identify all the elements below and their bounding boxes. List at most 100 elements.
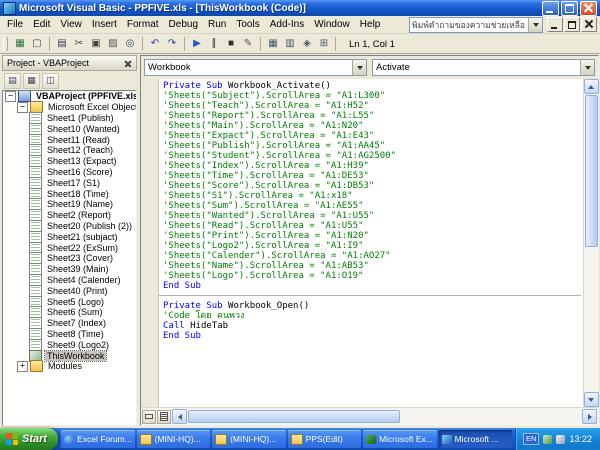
procedure-view-button[interactable]	[142, 410, 156, 424]
task-mini-hq[interactable]: (MINI-HQ)...	[137, 430, 211, 448]
task-microsoft[interactable]: Microsoft ...	[439, 430, 513, 448]
help-dropdown-button[interactable]	[528, 18, 542, 32]
minimize-button[interactable]	[542, 1, 559, 16]
menu-tools[interactable]: Tools	[231, 17, 264, 32]
scroll-up-button[interactable]	[584, 79, 599, 94]
design-mode-icon[interactable]: ✎	[240, 36, 256, 52]
task-pps-edit[interactable]: PPS(Edit)	[288, 430, 362, 448]
tree-item-vbaproject-ppfive-xls[interactable]: −VBAProject (PPFIVE.xls)	[3, 91, 136, 102]
object-dropdown-button[interactable]	[352, 60, 366, 75]
tray-icon[interactable]	[556, 435, 565, 444]
mdi-close-button[interactable]	[581, 17, 597, 32]
toolbox-icon[interactable]: ⊞	[316, 36, 332, 52]
tree-item-sheet7-index[interactable]: Sheet7 (Index)	[3, 318, 136, 329]
tree-item-sheet17-s1[interactable]: Sheet17 (S1)	[3, 177, 136, 188]
copy-icon[interactable]: ▣	[88, 36, 104, 52]
cut-icon[interactable]: ✂	[71, 36, 87, 52]
menu-help[interactable]: Help	[355, 17, 386, 32]
find-icon[interactable]: ◎	[122, 36, 138, 52]
save-icon[interactable]: ▤	[54, 36, 70, 52]
project-panel-close-button[interactable]	[122, 58, 134, 69]
help-question-box[interactable]: พิมพ์คำถามของความช่วยเหลือ	[409, 17, 543, 33]
mdi-restore-button[interactable]	[564, 17, 580, 32]
scroll-right-button[interactable]	[582, 409, 597, 424]
folder-icon	[215, 434, 227, 445]
tree-item-sheet22-exsum[interactable]: Sheet22 (ExSum)	[3, 242, 136, 253]
procedure-dropdown[interactable]: Activate	[372, 59, 595, 76]
task-excel-forum[interactable]: Excel Forum...	[61, 430, 135, 448]
view-microsoft-excel-icon[interactable]: ▦	[12, 36, 28, 52]
view-object-icon[interactable]: ▦	[23, 73, 40, 89]
tree-item-sheet6-sum[interactable]: Sheet6 (Sum)	[3, 307, 136, 318]
horizontal-scroll-thumb[interactable]	[188, 410, 400, 423]
menu-file[interactable]: File	[2, 17, 28, 32]
window-controls	[542, 1, 597, 16]
tree-item-sheet16-score[interactable]: Sheet16 (Score)	[3, 167, 136, 178]
reset-icon[interactable]: ■	[223, 36, 239, 52]
scroll-left-button[interactable]	[172, 409, 187, 424]
menu-edit[interactable]: Edit	[28, 17, 55, 32]
code-margin	[141, 79, 159, 407]
object-dropdown[interactable]: Workbook	[144, 59, 367, 76]
tree-item-sheet12-teach[interactable]: Sheet12 (Teach)	[3, 145, 136, 156]
taskbar-clock: 13:22	[569, 434, 592, 444]
code-line: 'Sheets("Sum").ScrollArea = "A1:AE55"	[163, 201, 581, 211]
tree-item-label: Sheet21 (subjact)	[45, 232, 120, 242]
menu-window[interactable]: Window	[309, 17, 355, 32]
task-mini-hq[interactable]: (MINI-HQ)...	[212, 430, 286, 448]
tray-icon[interactable]	[543, 435, 552, 444]
close-button[interactable]	[580, 1, 597, 16]
start-button[interactable]: Start	[0, 428, 58, 450]
insert-userform-icon[interactable]: ▢	[29, 36, 45, 52]
language-indicator[interactable]: EN	[523, 433, 539, 445]
tree-item-sheet1-publish[interactable]: Sheet1 (Publish)	[3, 113, 136, 124]
redo-icon[interactable]: ↷	[164, 36, 180, 52]
code-vertical-scrollbar[interactable]	[583, 79, 598, 407]
tree-item-sheet9-logo2[interactable]: Sheet9 (Logo2)	[3, 339, 136, 350]
paste-icon[interactable]: ▨	[105, 36, 121, 52]
tree-item-sheet21-subjact[interactable]: Sheet21 (subjact)	[3, 231, 136, 242]
procedure-dropdown-button[interactable]	[580, 60, 594, 75]
tree-item-sheet11-read[interactable]: Sheet11 (Read)	[3, 134, 136, 145]
tree-item-sheet5-logo[interactable]: Sheet5 (Logo)	[3, 296, 136, 307]
run-icon[interactable]: ▶	[189, 36, 205, 52]
menu-insert[interactable]: Insert	[87, 17, 122, 32]
task-microsoft-ex[interactable]: Microsoft Ex...	[363, 430, 437, 448]
collapse-icon[interactable]: −	[5, 91, 16, 102]
tree-item-sheet18-time[interactable]: Sheet18 (Time)	[3, 188, 136, 199]
break-icon[interactable]: ∥	[206, 36, 222, 52]
collapse-icon[interactable]: −	[17, 102, 28, 113]
tree-item-thisworkbook[interactable]: ThisWorkbook	[3, 350, 136, 361]
tree-item-modules[interactable]: +Modules	[3, 361, 136, 372]
project-explorer-icon[interactable]: ▦	[265, 36, 281, 52]
menu-debug[interactable]: Debug	[164, 17, 203, 32]
menu-add-ins[interactable]: Add-Ins	[265, 17, 309, 32]
menu-format[interactable]: Format	[122, 17, 164, 32]
task-label: (MINI-HQ)...	[155, 434, 201, 444]
expand-icon[interactable]: +	[17, 361, 28, 372]
vertical-scroll-thumb[interactable]	[585, 95, 598, 247]
properties-window-icon[interactable]: ▥	[282, 36, 298, 52]
mdi-minimize-button[interactable]	[547, 17, 563, 32]
tree-item-sheet19-name[interactable]: Sheet19 (Name)	[3, 199, 136, 210]
object-browser-icon[interactable]: ◈	[299, 36, 315, 52]
tree-item-sheet23-cover[interactable]: Sheet23 (Cover)	[3, 253, 136, 264]
tree-item-sheet4-calender[interactable]: Sheet4 (Calender)	[3, 275, 136, 286]
tree-item-sheet2-report[interactable]: Sheet2 (Report)	[3, 210, 136, 221]
tree-item-sheet20-publish-2[interactable]: Sheet20 (Publish (2))	[3, 221, 136, 232]
code-editor[interactable]: Private Sub Workbook_Activate()'Sheets("…	[159, 79, 583, 407]
full-module-view-button[interactable]	[157, 410, 171, 424]
maximize-button[interactable]	[561, 1, 578, 16]
tree-item-sheet39-main[interactable]: Sheet39 (Main)	[3, 264, 136, 275]
tree-item-sheet8-time[interactable]: Sheet8 (Time)	[3, 329, 136, 340]
scroll-down-button[interactable]	[584, 392, 599, 407]
tree-item-sheet40-print[interactable]: Sheet40 (Print)	[3, 285, 136, 296]
undo-icon[interactable]: ↶	[147, 36, 163, 52]
toggle-folders-icon[interactable]: ◫	[42, 73, 59, 89]
tree-item-microsoft-excel-objects[interactable]: −Microsoft Excel Objects	[3, 102, 136, 113]
tree-item-sheet13-expact[interactable]: Sheet13 (Expact)	[3, 156, 136, 167]
view-code-icon[interactable]: ▤	[4, 73, 21, 89]
menu-run[interactable]: Run	[203, 17, 231, 32]
menu-view[interactable]: View	[55, 17, 87, 32]
tree-item-sheet10-wanted[interactable]: Sheet10 (Wanted)	[3, 123, 136, 134]
